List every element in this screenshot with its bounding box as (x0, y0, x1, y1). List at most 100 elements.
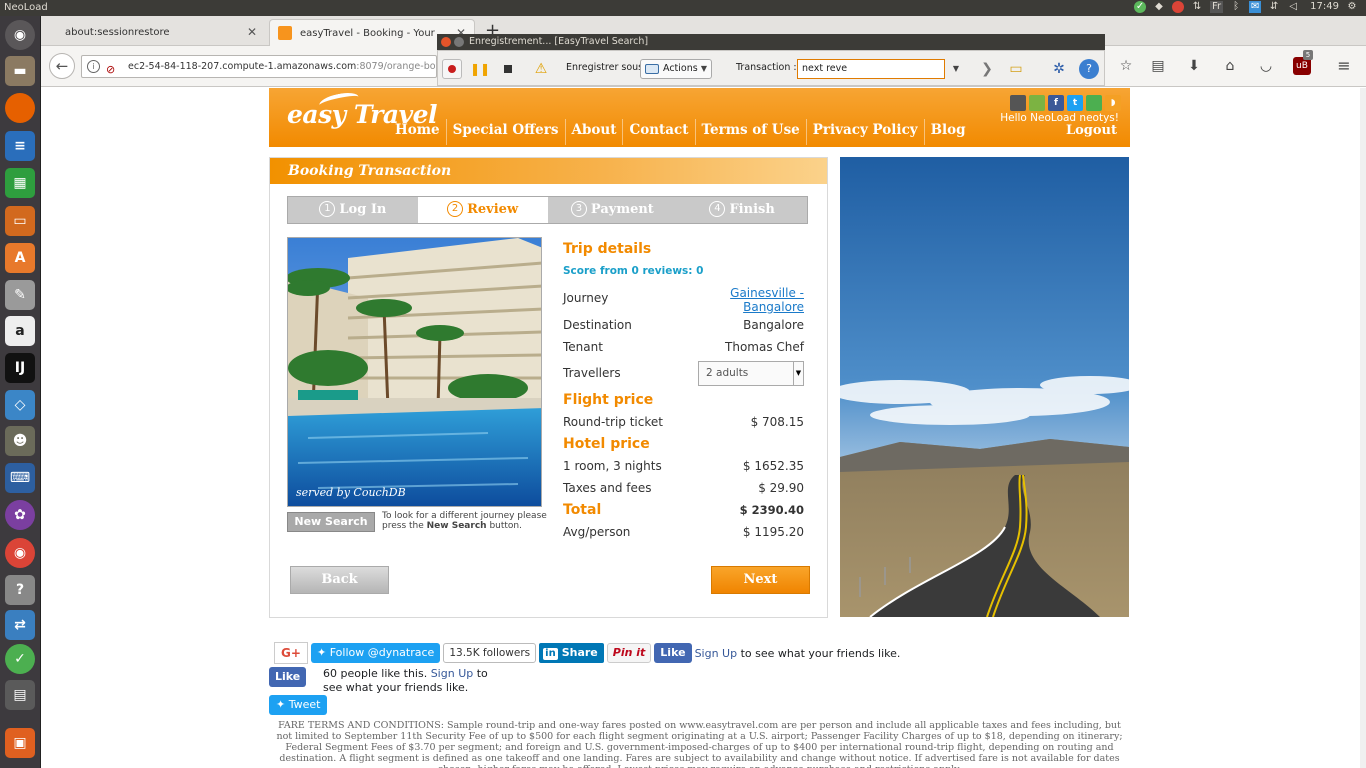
android-icon[interactable] (1029, 95, 1045, 111)
settings-icon[interactable]: ✎ (5, 280, 35, 310)
twitter-follow-label: Follow @dynatrace (329, 646, 435, 659)
roundtrip-value: $ 708.15 (750, 415, 804, 429)
check-icon[interactable]: ✓ (1134, 1, 1147, 13)
back-arrow-icon[interactable]: ← (49, 53, 75, 79)
facebook-like-button[interactable]: Like (654, 643, 692, 663)
files-icon[interactable]: ▬ (5, 56, 35, 86)
remote-desktop-icon[interactable]: ⌨ (5, 463, 35, 493)
magic-wand-icon[interactable]: ✲ (1049, 59, 1069, 79)
recorder-title: Enregistrement... [EasyTravel Search] (469, 36, 649, 47)
help-icon[interactable]: ? (1079, 59, 1099, 79)
writer-icon[interactable]: ≡ (5, 131, 35, 161)
help-icon[interactable]: ? (5, 575, 35, 605)
folder-icon[interactable]: ▭ (1006, 59, 1026, 79)
pocket-icon[interactable]: ◡ (1257, 57, 1275, 75)
close-icon[interactable]: ✕ (247, 19, 257, 46)
trash-icon[interactable]: ▣ (5, 728, 35, 758)
chevron-down-icon[interactable]: ▼ (947, 59, 965, 79)
intellij-icon[interactable]: IJ (5, 353, 35, 383)
booking-title: Booking Transaction (288, 163, 452, 179)
stop-icon[interactable] (498, 59, 518, 79)
nav-terms[interactable]: Terms of Use (696, 119, 807, 145)
journey-link[interactable]: Gainesville - Bangalore (724, 286, 804, 314)
chevron-down-icon[interactable]: ▼ (701, 60, 707, 78)
firefox-icon[interactable] (5, 93, 35, 123)
nav-privacy[interactable]: Privacy Policy (807, 119, 925, 145)
nav-home[interactable]: Home (389, 119, 447, 145)
dropbox-icon[interactable]: ◆ (1153, 1, 1165, 13)
close-icon[interactable] (441, 37, 451, 47)
step-label: Review (467, 202, 519, 217)
network-icon[interactable]: ⇄ (5, 610, 35, 640)
twitter-icon[interactable]: t (1067, 95, 1083, 111)
apple-icon[interactable] (1010, 95, 1026, 111)
url-bar[interactable]: i ⊘ ec2-54-84-118-207.compute-1.amazonaw… (81, 55, 437, 78)
pause-icon[interactable]: ❚❚ (470, 59, 490, 79)
calc-icon[interactable]: ▦ (5, 168, 35, 198)
facebook-signup-link-2[interactable]: Sign Up (431, 667, 474, 680)
logout-link[interactable]: Logout (1066, 123, 1117, 138)
twitter-follow-button[interactable]: ✦ Follow @dynatrace (311, 643, 441, 663)
tweet-button[interactable]: ✦ Tweet (269, 695, 328, 715)
step-number: 2 (447, 201, 464, 217)
hotel-price-title: Hotel price (563, 436, 650, 452)
clock[interactable]: 17:49 (1310, 1, 1339, 13)
mail-icon[interactable]: ✉ (1249, 1, 1262, 13)
virtualbox-icon[interactable]: ◇ (5, 390, 35, 420)
info-icon[interactable]: i (87, 60, 100, 73)
linkedin-share-button[interactable]: in Share (539, 643, 604, 663)
picasa-icon[interactable]: ✿ (5, 500, 35, 530)
pinterest-button[interactable]: Pin it (606, 643, 652, 663)
keyboard-layout-icon[interactable]: Fr (1210, 1, 1224, 13)
ubuntu-dash-icon[interactable]: ◉ (5, 20, 35, 50)
booking-steps: 1 Log In 2 Review 3 Payment 4 Finish (287, 196, 808, 224)
neoload-icon[interactable]: ✓ (5, 644, 35, 674)
chevron-down-icon[interactable]: ▼ (793, 362, 803, 385)
volume-icon[interactable]: ◁ (1287, 1, 1299, 13)
record-under-dropdown[interactable]: Actions ▼ (640, 59, 712, 79)
travellers-select[interactable]: 2 adults ▼ (698, 361, 804, 386)
page-scrollbar[interactable] (1360, 88, 1366, 768)
forward-icon[interactable]: ❯ (977, 59, 997, 79)
impress-icon[interactable]: ▭ (5, 206, 35, 236)
tab-session-restore[interactable]: about:sessionrestore ✕ (55, 19, 265, 46)
transaction-input[interactable]: next reve (797, 59, 945, 79)
total-value: $ 2390.40 (739, 503, 804, 517)
step-finish: 4 Finish (677, 197, 807, 223)
network-icon[interactable]: ⇵ (1268, 1, 1280, 13)
sync-icon[interactable]: ⇅ (1191, 1, 1203, 13)
record-icon[interactable] (442, 59, 462, 79)
chrome-icon[interactable] (1172, 1, 1185, 13)
bluetooth-icon[interactable]: ᛒ (1230, 1, 1242, 13)
reading-list-icon[interactable]: ▤ (1149, 57, 1167, 75)
trip-details: Trip details Score from 0 reviews: 0 Jou… (563, 238, 804, 543)
new-search-button[interactable]: New Search (287, 512, 375, 532)
warning-icon[interactable]: ⚠ (531, 59, 551, 79)
chip-icon[interactable]: ▤ (5, 680, 35, 710)
software-center-icon[interactable]: A (5, 243, 35, 273)
nav-blog[interactable]: Blog (925, 119, 972, 145)
home-icon[interactable]: ⌂ (1221, 57, 1239, 75)
facebook-like-button-2[interactable]: Like (269, 667, 307, 687)
menu-icon[interactable]: ≡ (1335, 57, 1353, 75)
road-image (840, 157, 1129, 617)
star-icon[interactable]: ☆ (1117, 57, 1135, 75)
nav-about[interactable]: About (566, 119, 624, 145)
minimize-icon[interactable] (454, 37, 464, 47)
power-icon[interactable]: ⚙ (1346, 1, 1358, 13)
nav-special-offers[interactable]: Special Offers (447, 119, 566, 145)
back-button[interactable]: Back (290, 566, 389, 594)
gimp-icon[interactable]: ☻ (5, 426, 35, 456)
amazon-icon[interactable]: a (5, 316, 35, 346)
facebook-signup-link[interactable]: Sign Up (695, 647, 738, 660)
next-button[interactable]: Next (711, 566, 810, 594)
download-icon[interactable]: ⬇ (1185, 57, 1203, 75)
rss-icon[interactable]: ◗ (1105, 95, 1121, 111)
insecure-lock-icon[interactable]: ⊘ (106, 59, 115, 77)
nav-contact[interactable]: Contact (623, 119, 696, 145)
facebook-people-count: 60 people like this. (323, 667, 428, 680)
chrome-icon[interactable]: ◉ (5, 538, 35, 568)
google-plus-button[interactable]: G+ (274, 642, 308, 664)
facebook-icon[interactable]: f (1048, 95, 1064, 111)
photo-icon[interactable] (1086, 95, 1102, 111)
